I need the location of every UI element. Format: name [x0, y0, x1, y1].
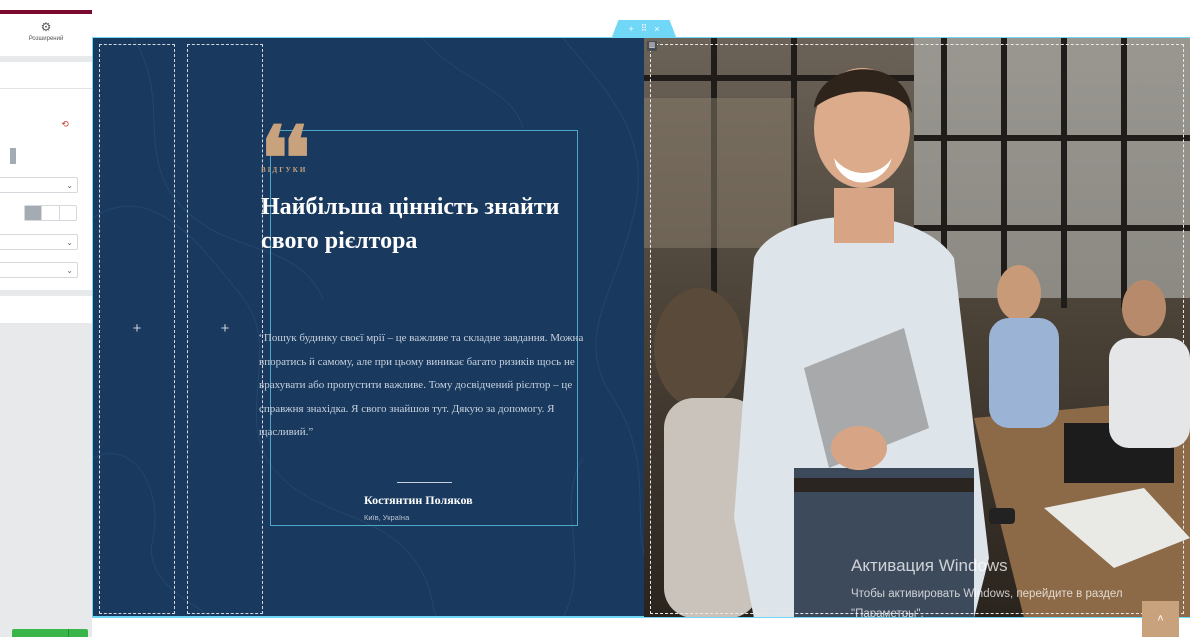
chevron-down-icon: ⌄ — [66, 181, 73, 190]
windows-activation-text: Чтобы активировать Windows, перейдите в … — [851, 588, 1123, 617]
author-name: Костянтин Поляков — [364, 493, 473, 507]
section-handle[interactable]: + ⠿ × — [612, 20, 676, 37]
testimonial-headline: Найбільша цінність знайти свого рієлтора — [261, 194, 560, 254]
section-bottom-border — [92, 617, 1190, 618]
panel-toggle-group[interactable] — [24, 205, 77, 221]
add-section-icon[interactable]: + — [628, 24, 633, 34]
windows-activation-title: Активация Windows — [851, 556, 1008, 575]
column-handle-icon[interactable]: ▥ — [647, 41, 657, 51]
gear-icon: ⚙ — [40, 20, 52, 34]
author-location: Київ, Україна — [364, 513, 410, 522]
panel-divider — [0, 88, 92, 89]
empty-column-2[interactable]: + — [187, 44, 263, 614]
delete-section-icon[interactable]: × — [654, 24, 659, 34]
panel-control-swatch[interactable] — [10, 148, 16, 164]
add-widget-icon[interactable]: + — [100, 321, 174, 336]
add-widget-icon[interactable]: + — [188, 321, 262, 336]
publish-divider — [68, 629, 69, 637]
testimonial-section: + + ❛❛ ВІДГУКИ Найбільша цінність знайти… — [92, 37, 644, 617]
chevron-down-icon: ⌄ — [66, 238, 73, 247]
panel-footer-area — [0, 323, 92, 637]
drag-section-icon[interactable]: ⠿ — [641, 23, 648, 34]
panel-select-2[interactable]: ⌄ — [0, 234, 78, 250]
hero-photo: ▥ Активация Windows Чтобы активировать W… — [644, 37, 1190, 617]
signature-divider — [397, 482, 452, 483]
tab-advanced-label: Розширений — [28, 36, 64, 42]
testimonial-text: “Пошук будинку своєї мрії – це важливе т… — [259, 332, 584, 438]
toggle-option-2[interactable] — [42, 206, 60, 220]
reset-icon[interactable]: ⟲ — [60, 119, 70, 129]
quote-icon: ❛❛ — [260, 106, 311, 210]
toggle-option-3[interactable] — [60, 206, 76, 220]
panel-select-1[interactable]: ⌄ — [0, 177, 78, 193]
publish-button[interactable] — [12, 629, 88, 637]
tab-advanced[interactable]: ⚙ Розширений — [0, 14, 92, 56]
panel-separator — [0, 56, 92, 62]
editor-panel: ⚙ Розширений ⟲ ⌄ ⌄ ⌄ — [0, 0, 92, 637]
panel-select-3[interactable]: ⌄ — [0, 262, 78, 278]
panel-separator — [0, 290, 92, 296]
scroll-to-top-button[interactable]: ˄ — [1142, 601, 1179, 637]
section-eyebrow: ВІДГУКИ — [261, 166, 308, 174]
page-root: ⚙ Розширений ⟲ ⌄ ⌄ ⌄ ‹ + ⠿ × — [0, 0, 1190, 637]
toggle-option-1[interactable] — [25, 206, 43, 220]
photo-column-outline — [650, 44, 1184, 614]
empty-column-1[interactable]: + — [99, 44, 175, 614]
chevron-down-icon: ⌄ — [66, 266, 73, 275]
